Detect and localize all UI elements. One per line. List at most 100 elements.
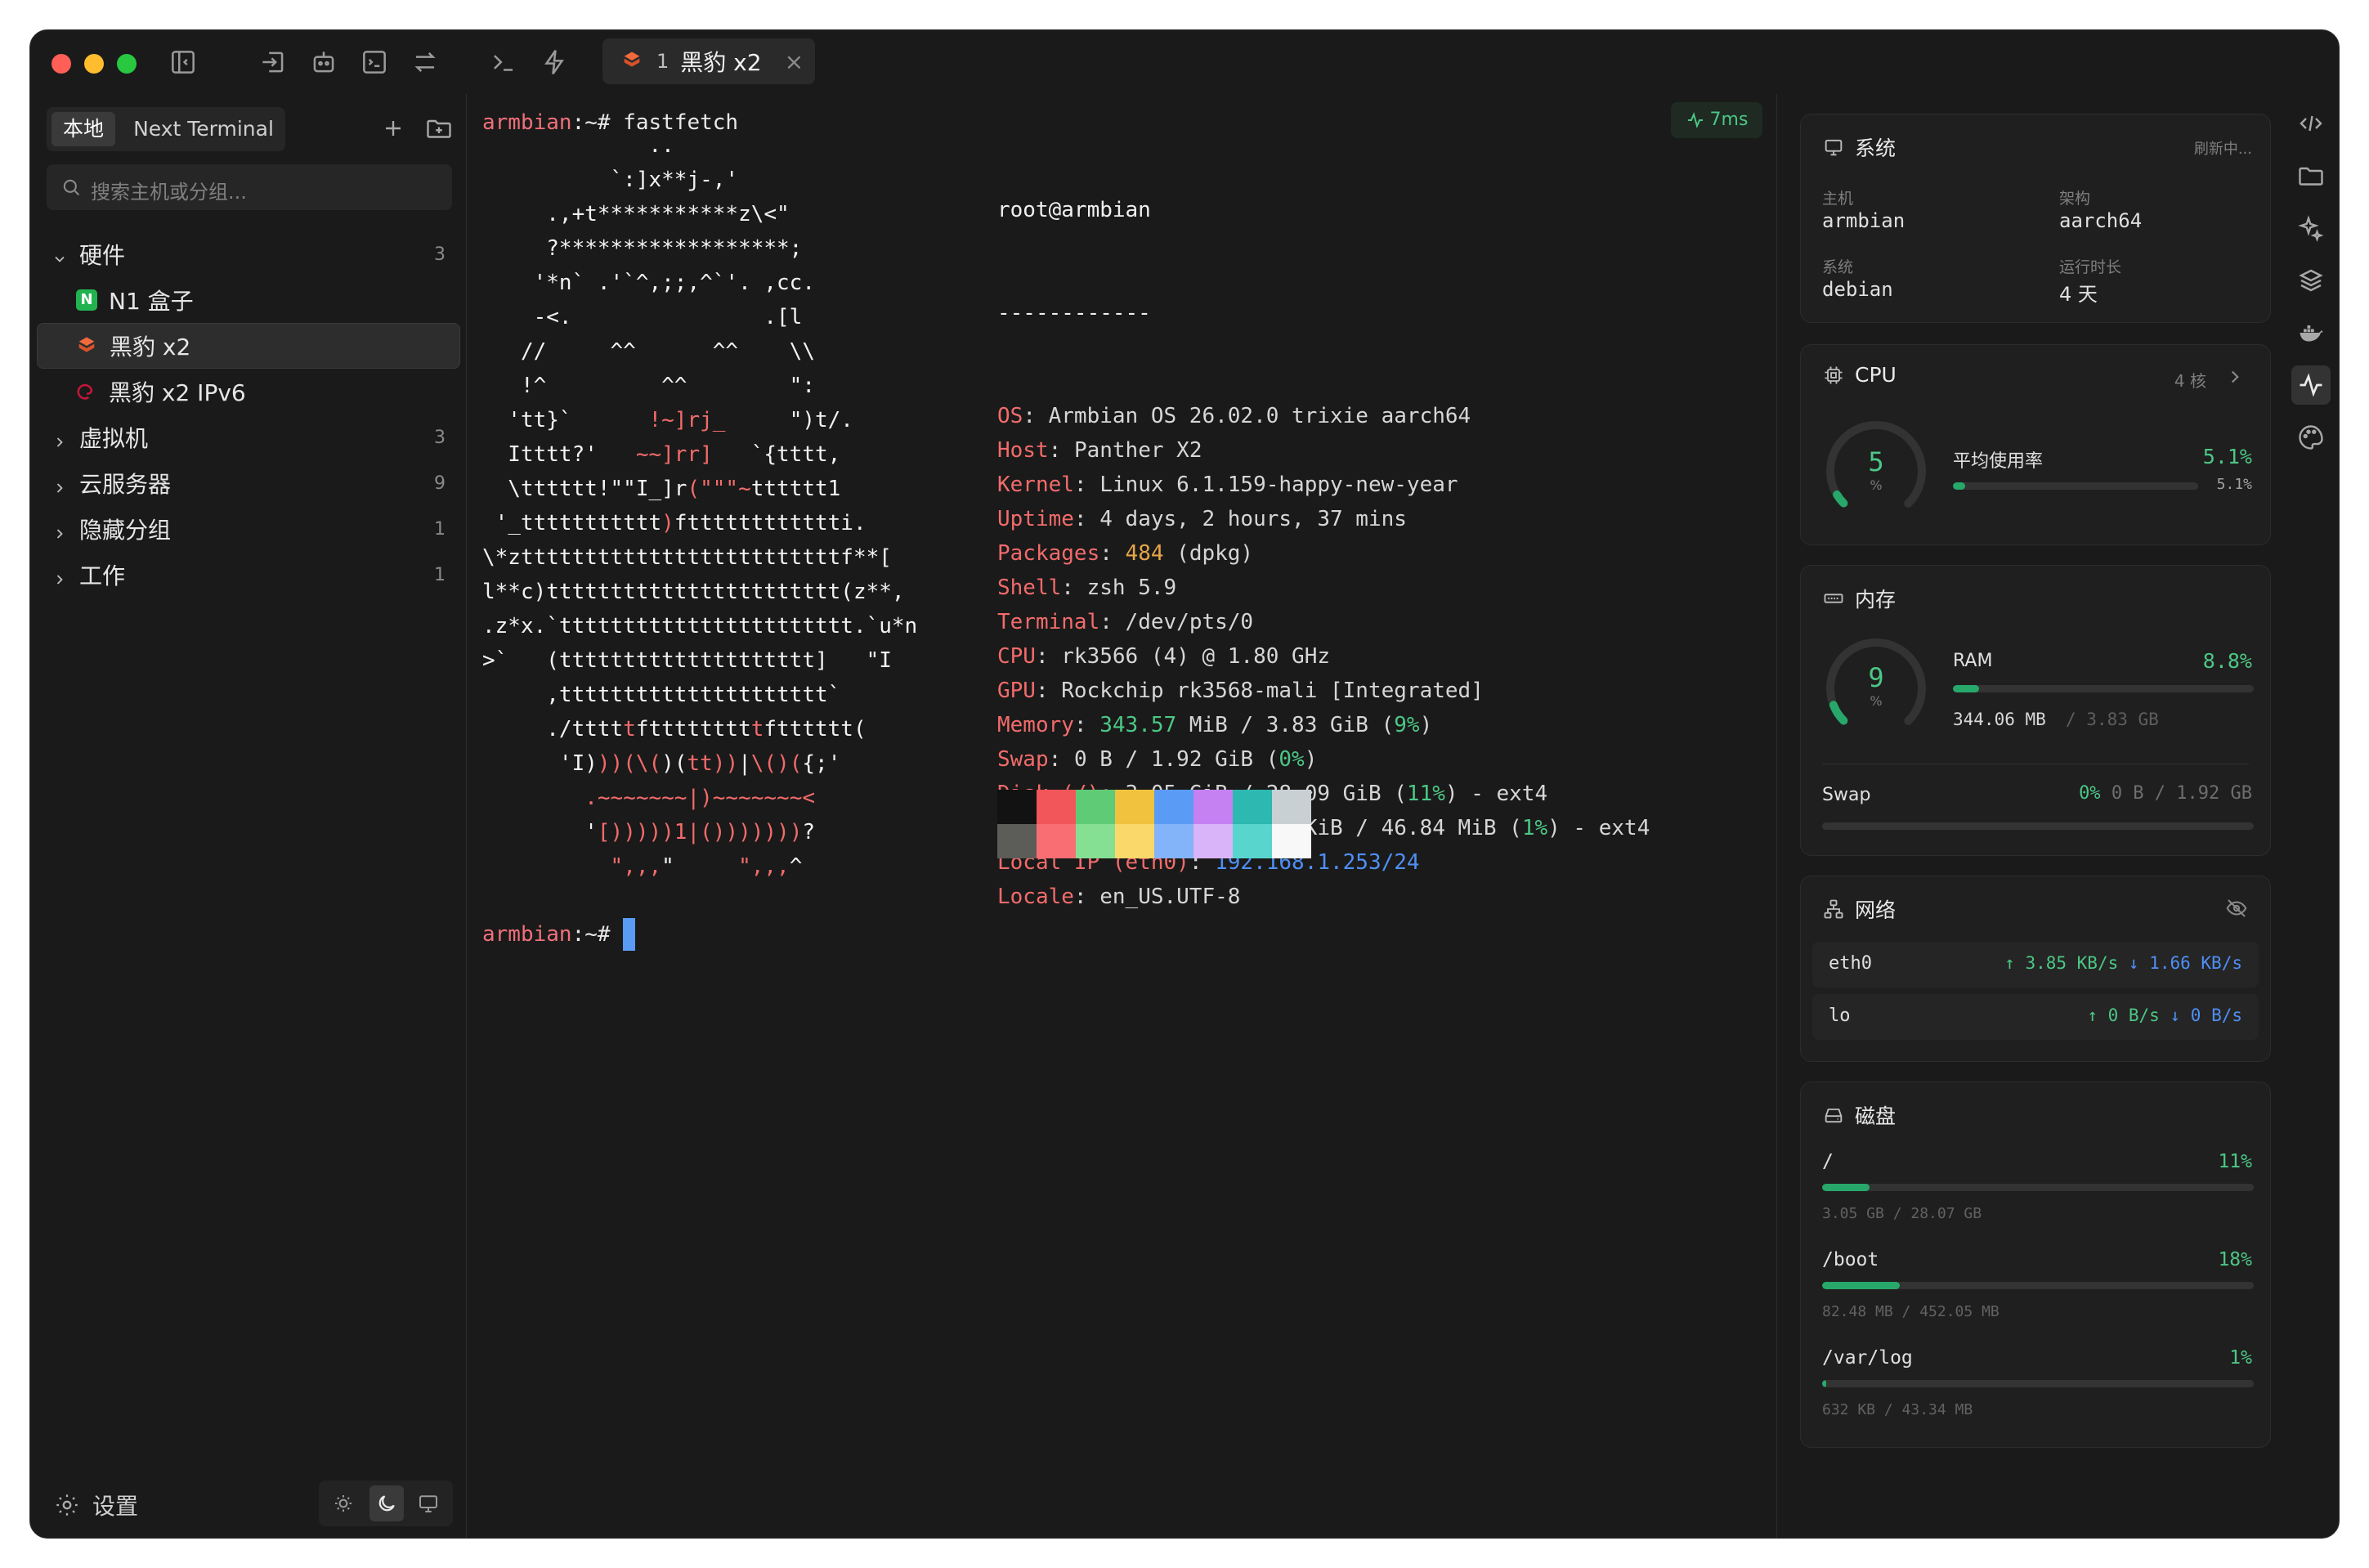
cpu-card: CPU 4 核 5 % 平均使用率 5.1% 5.1%: [1800, 344, 2271, 545]
prompt-icon[interactable]: [488, 47, 519, 78]
latency-badge: 7ms: [1671, 102, 1762, 138]
settings-button[interactable]: 设置: [53, 1489, 138, 1521]
sun-icon[interactable]: [327, 1488, 360, 1519]
local-tab[interactable]: 本地: [52, 112, 115, 146]
host-n1[interactable]: N N1 盒子: [37, 277, 460, 323]
login-icon[interactable]: [258, 47, 289, 78]
group-hidden[interactable]: 隐藏分组 1: [37, 506, 460, 552]
upload-rate: 0 B/s: [2107, 1006, 2160, 1025]
ascii-logo-line: .z*x.`ttttttttttttttttttttttt.`u*n: [482, 614, 918, 638]
group-vm[interactable]: 虚拟机 3: [37, 414, 460, 460]
code-icon[interactable]: [2295, 107, 2327, 140]
moon-icon[interactable]: [369, 1485, 404, 1521]
swap-value: 0% 0 B / 1.92 GB: [2079, 783, 2252, 804]
group-label: 虚拟机: [79, 425, 149, 452]
group-count: 3: [434, 427, 446, 448]
next-terminal-tab[interactable]: Next Terminal: [127, 112, 280, 146]
search-placeholder: 搜索主机或分组...: [91, 181, 247, 204]
palette-swatch: [1076, 790, 1115, 824]
add-host-icon[interactable]: [378, 114, 408, 143]
palette-swatch: [1272, 824, 1311, 858]
group-count: 1: [434, 518, 446, 540]
search-icon: [60, 176, 83, 199]
os-value: debian: [1822, 278, 1893, 301]
palette-icon[interactable]: [2295, 421, 2327, 454]
card-title: 系统: [1822, 132, 1896, 162]
mount-percent: 18%: [2218, 1249, 2252, 1270]
info-line: Locale: en_US.UTF-8: [997, 885, 1241, 909]
host-panther-x2[interactable]: 黑豹 x2: [37, 323, 460, 369]
pulse-icon: [1687, 112, 1703, 128]
tab-close-icon[interactable]: ×: [785, 48, 804, 75]
ascii-logo-line: `:]x**j-,': [482, 168, 739, 192]
ascii-logo-line: \tttttt!""I_]r("""~tttttt1: [482, 477, 841, 501]
activity-icon[interactable]: [2291, 365, 2331, 405]
minimize-window-button[interactable]: [84, 54, 104, 74]
system-card: 系统 刷新中... 主机 armbian 架构 aarch64 系统 debia…: [1800, 114, 2271, 323]
info-line: Shell: zsh 5.9: [997, 576, 1177, 600]
transfer-icon[interactable]: [410, 47, 441, 78]
host-panther-x2-ipv6[interactable]: 黑豹 x2 IPv6: [37, 369, 460, 414]
palette-swatch: [997, 824, 1037, 858]
swap-label: Swap: [1822, 785, 1871, 805]
terminal-pane[interactable]: 7ms armbian:~# fastfetch .. `:]x**j-,' .…: [468, 94, 1776, 1538]
network-icon: [1824, 899, 1843, 919]
swap-bar: [1822, 822, 2254, 830]
group-hardware[interactable]: 硬件 3: [37, 231, 460, 277]
mount-path: /: [1822, 1151, 1834, 1172]
gear-icon: [53, 1491, 81, 1519]
ascii-logo: .. `:]x**j-,' .,+t***********z\<" ?*****…: [482, 128, 917, 884]
iface-row-eth0: eth0 ↑ 3.85 KB/s ↓ 1.66 KB/s: [1812, 942, 2259, 988]
card-title: 磁盘: [1822, 1100, 1896, 1130]
docker-icon[interactable]: [2295, 316, 2327, 349]
separator: ------------: [997, 301, 1151, 325]
mount-path: /boot: [1822, 1249, 1879, 1270]
monitor-icon[interactable]: [412, 1488, 445, 1519]
prompt-rest: :~#: [571, 922, 624, 947]
mount-path: /var/log: [1822, 1347, 1913, 1369]
group-cloud[interactable]: 云服务器 9: [37, 460, 460, 506]
chevron-right-icon[interactable]: [2224, 366, 2246, 388]
eye-off-icon[interactable]: [2224, 896, 2249, 921]
sidebar-toggle-icon[interactable]: [168, 47, 199, 78]
monitor-panel: 系统 刷新中... 主机 armbian 架构 aarch64 系统 debia…: [1776, 94, 2283, 1538]
settings-label: 设置: [92, 1493, 139, 1520]
iface-rates: ↑ 0 B/s ↓ 0 B/s: [2087, 1006, 2242, 1025]
upload-rate: 3.85 KB/s: [2025, 953, 2119, 973]
close-window-button[interactable]: [52, 54, 71, 74]
bot-icon[interactable]: [308, 47, 339, 78]
maximize-window-button[interactable]: [117, 54, 137, 74]
host-label: 主机: [1822, 190, 1854, 208]
mount-bar: [1822, 1380, 2254, 1387]
sparkle-icon[interactable]: [2295, 212, 2327, 244]
host-search-input[interactable]: 搜索主机或分组...: [47, 164, 452, 210]
group-work[interactable]: 工作 1: [37, 552, 460, 598]
mount-detail: 3.05 GB / 28.07 GB: [1822, 1205, 1982, 1222]
memory-title: 内存: [1855, 588, 1897, 612]
avg-usage-label: 平均使用率: [1953, 451, 2044, 472]
avg-usage-value: 5.1%: [2202, 445, 2252, 468]
ram-bar: [1953, 685, 2254, 692]
network-card: 网络 eth0 ↑ 3.85 KB/s ↓ 1.66 KB/s lo ↑ 0 B…: [1800, 876, 2271, 1062]
ascii-logo-line: l**c)ttttttttttttttttttttttt(z**,: [482, 580, 905, 604]
source-switch: 本地 Next Terminal: [47, 107, 285, 151]
ascii-logo-line: '_ttttttttttt)ftttttttttttti.: [482, 511, 867, 535]
ascii-logo-line: ,ttttttttttttttttttttt`: [482, 683, 841, 707]
palette-swatch: [1115, 824, 1154, 858]
lightning-icon[interactable]: [539, 47, 570, 78]
palette-swatch: [1076, 824, 1115, 858]
add-folder-icon[interactable]: [424, 114, 454, 143]
terminal-window-icon[interactable]: [359, 47, 390, 78]
debian-icon: [74, 380, 97, 403]
cpu-icon: [1825, 366, 1843, 383]
folder-icon[interactable]: [2295, 159, 2327, 192]
ascii-logo-line: >` (tttttttttttttttttttt] "I: [482, 648, 892, 673]
layers-icon[interactable]: [2295, 264, 2327, 297]
ascii-logo-line: 'I)))(\()(tt))|\()({;': [482, 751, 841, 776]
theme-switch: [319, 1481, 453, 1526]
info-line: GPU: Rockchip rk3568-mali [Integrated]: [997, 679, 1484, 703]
ascii-logo-line: .~~~~~~~|)~~~~~~~<: [584, 786, 815, 810]
tab-session[interactable]: 1 黑豹 x2 ×: [602, 38, 815, 84]
chevron-down-icon: [52, 246, 68, 262]
mount-bar: [1822, 1282, 2254, 1289]
